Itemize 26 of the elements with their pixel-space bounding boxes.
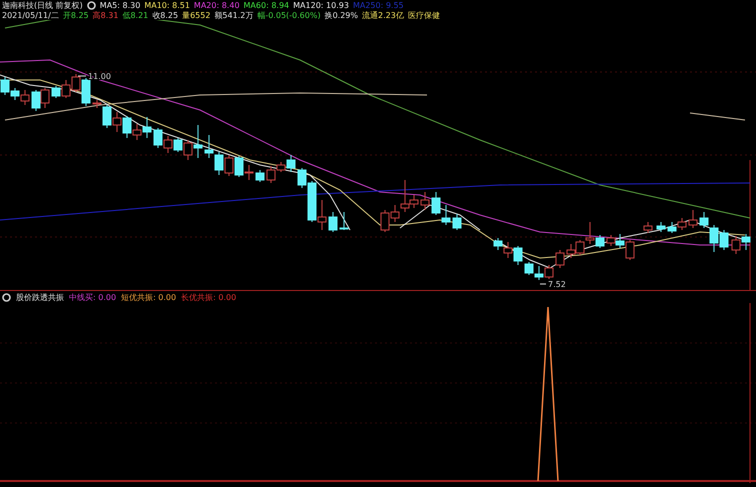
moving-average-value: MA250: 9.55 (352, 0, 404, 10)
quote-value: 开8.25 (62, 10, 89, 20)
settings-icon[interactable] (86, 0, 96, 10)
settings-icon[interactable] (2, 292, 11, 302)
moving-average-value: MA10: 8.51 (144, 0, 190, 10)
quote-value: 量6552 (182, 10, 210, 20)
quote-value: 换0.29% (324, 10, 358, 20)
moving-average-value: MA5: 8.30 (100, 0, 140, 10)
quote-value: 额541.2万 (214, 10, 254, 20)
indicator-value: 长优共振: 0.00 (181, 292, 236, 302)
indicator-value: 中线买: 0.00 (69, 292, 116, 302)
moving-average-value: MA20: 8.40 (194, 0, 240, 10)
quote-value: 流通2.23亿 (362, 10, 404, 20)
stock-title: 迦南科技(日线 前复权) (2, 0, 83, 10)
quote-value: 医疗保健 (408, 10, 440, 20)
indicator-name: 股价跌透共振 (16, 292, 64, 302)
low-price-label: 7.52 (548, 280, 566, 289)
high-price-label: 11.00 (88, 72, 111, 81)
quote-value: 高8.31 (92, 10, 118, 20)
quote-value: 幅-0.05(-0.60%) (257, 10, 321, 20)
quote-value: 2021/05/11/二 (2, 10, 59, 20)
quote-value: 低8.21 (122, 10, 148, 20)
quote-value: 收8.25 (152, 10, 178, 20)
moving-average-value: MA120: 10.93 (293, 0, 349, 10)
moving-average-value: MA60: 8.94 (244, 0, 290, 10)
indicator-value: 短优共振: 0.00 (121, 292, 176, 302)
